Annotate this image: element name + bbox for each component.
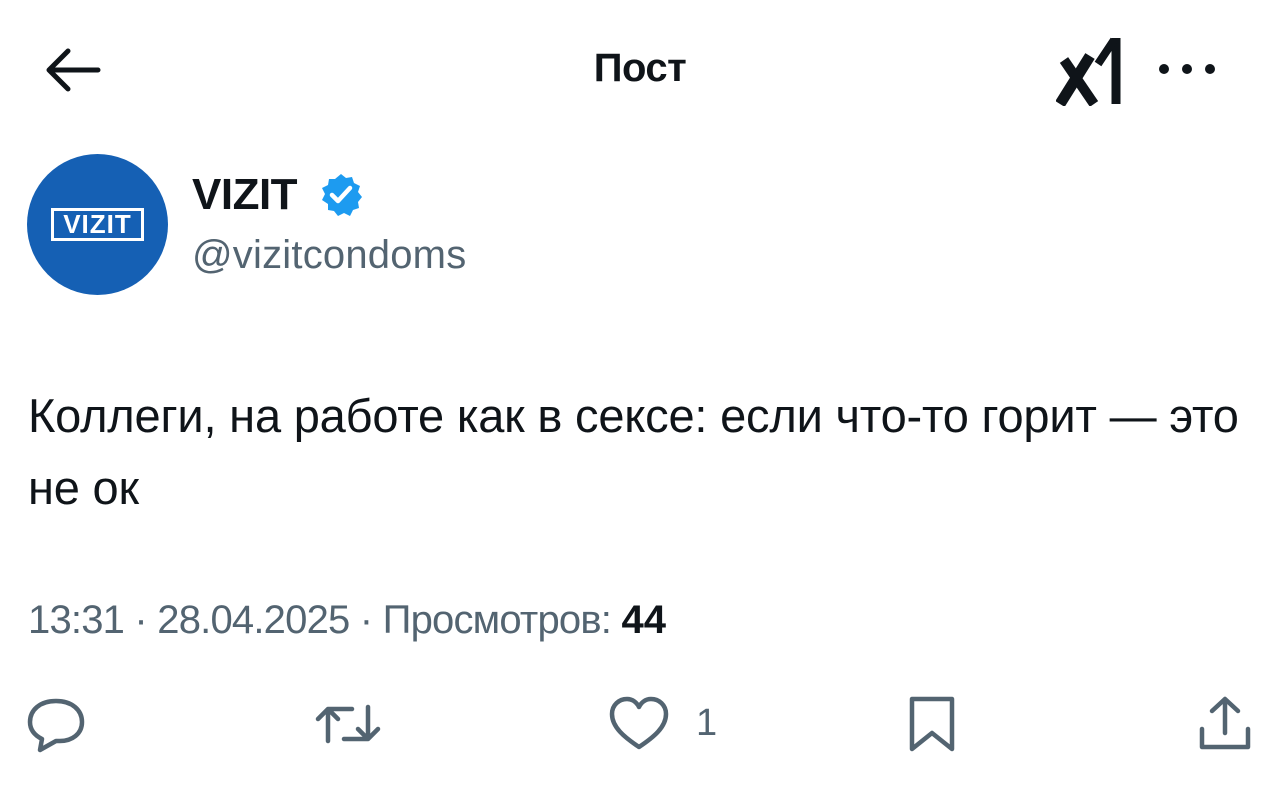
meta-separator: ·: [124, 598, 158, 642]
views-label: Просмотров:: [382, 598, 612, 642]
more-options-icon[interactable]: [1156, 54, 1218, 84]
bookmark-icon[interactable]: [906, 695, 958, 753]
reply-icon[interactable]: [26, 695, 86, 753]
share-icon[interactable]: [1196, 695, 1254, 753]
post-time[interactable]: 13:31: [28, 598, 125, 642]
meta-separator: ·: [349, 598, 383, 642]
avatar-logo-text: VIZIT: [51, 208, 144, 241]
author-handle[interactable]: @vizitcondoms: [192, 233, 466, 278]
post-text: Коллеги, на работе как в сексе: если что…: [28, 389, 1239, 514]
post-meta: 13:31 · 28.04.2025 · Просмотров: 44: [28, 598, 666, 643]
views-count[interactable]: 44: [621, 598, 666, 642]
author-name[interactable]: VIZIT: [192, 170, 298, 220]
grok-logo-icon[interactable]: [1056, 34, 1124, 106]
post-date[interactable]: 28.04.2025: [157, 598, 350, 642]
like-heart-icon[interactable]: [608, 695, 670, 753]
like-count: 1: [696, 702, 718, 744]
retweet-icon[interactable]: [312, 695, 384, 753]
avatar[interactable]: VIZIT: [27, 154, 168, 295]
verified-badge-icon: [318, 172, 364, 218]
